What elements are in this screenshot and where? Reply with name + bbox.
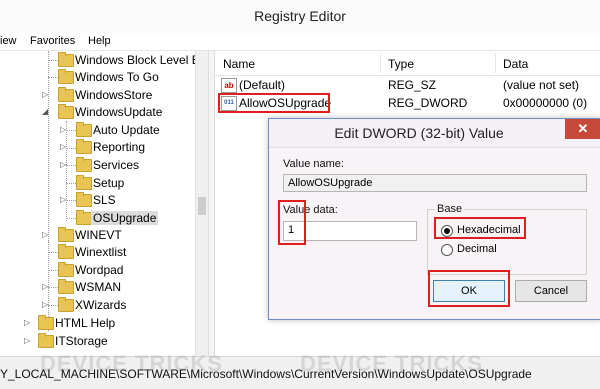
tree-item-label: SLS <box>93 193 116 207</box>
close-button[interactable]: ✕ <box>565 119 600 139</box>
highlight-hexadecimal <box>434 217 526 239</box>
value-name-label: Value name: <box>283 158 344 170</box>
collapse-arrow-icon[interactable]: ◢ <box>42 108 50 116</box>
registry-path: Y_LOCAL_MACHINE\SOFTWARE\Microsoft\Windo… <box>0 367 532 381</box>
highlight-ok-button <box>428 270 510 307</box>
string-value-icon: ab <box>221 78 237 93</box>
tree-item-label: WINEVT <box>75 228 122 242</box>
value-data: (value not set) <box>503 78 580 92</box>
folder-icon <box>38 315 54 330</box>
pane-splitter[interactable] <box>208 51 215 356</box>
expand-arrow-icon[interactable]: ▷ <box>42 231 50 239</box>
list-header: Name Type Data <box>215 51 600 76</box>
folder-icon <box>76 122 92 137</box>
folder-icon <box>58 297 74 312</box>
tree-item-label: Reporting <box>93 140 146 154</box>
expand-arrow-icon[interactable]: ▷ <box>60 126 68 134</box>
value-type: REG_DWORD <box>388 96 468 110</box>
highlight-allowosupgrade <box>218 93 330 113</box>
tree-item-label: Setup <box>93 176 125 190</box>
tree-item-label: Windows To Go <box>75 70 159 84</box>
column-header-name[interactable]: Name <box>223 57 255 71</box>
tree-item-label: OSUpgrade <box>91 211 159 225</box>
folder-icon <box>76 139 92 154</box>
tree-item-label: ITStorage <box>55 334 108 348</box>
folder-icon <box>38 333 54 348</box>
value-name: (Default) <box>239 78 286 92</box>
menu-help[interactable]: Help <box>88 35 111 47</box>
status-bar: DEVICE TRICKS DEVICE TRICKS Y_LOCAL_MACH… <box>0 351 600 389</box>
tree-item-label: Winextlist <box>75 245 127 259</box>
folder-icon <box>58 279 74 294</box>
folder-icon <box>58 244 74 259</box>
menu-favorites[interactable]: Favorites <box>30 35 75 47</box>
column-header-type[interactable]: Type <box>388 57 414 71</box>
expand-arrow-icon[interactable]: ▷ <box>42 283 50 291</box>
value-data: 0x00000000 (0) <box>503 96 588 110</box>
folder-icon <box>58 227 74 242</box>
base-label: Base <box>435 203 465 215</box>
column-header-data[interactable]: Data <box>503 57 528 71</box>
folder-open-icon <box>76 210 92 225</box>
registry-tree[interactable]: Windows Block Level B Windows To Go ▷ Wi… <box>0 51 208 356</box>
tree-item-label: WindowsUpdate <box>75 105 163 119</box>
folder-icon <box>58 52 74 67</box>
tree-item-label: Services <box>93 158 140 172</box>
highlight-value-data <box>278 200 306 245</box>
folder-icon <box>58 69 74 84</box>
value-type: REG_SZ <box>388 78 437 92</box>
folder-icon <box>76 157 92 172</box>
menu-view[interactable]: iew <box>0 35 17 47</box>
tree-item-label: Auto Update <box>93 123 160 137</box>
expand-arrow-icon[interactable]: ▷ <box>60 161 68 169</box>
cancel-button[interactable]: Cancel <box>515 280 587 302</box>
dialog-title-bar: Edit DWORD (32-bit) Value ✕ <box>269 119 600 148</box>
decimal-radio[interactable]: Decimal <box>441 243 531 257</box>
tree-scrollbar[interactable] <box>195 51 209 356</box>
dialog-title: Edit DWORD (32-bit) Value <box>334 125 504 141</box>
tree-item-label: Windows Block Level B <box>75 53 200 67</box>
radio-unselected-icon <box>441 244 453 256</box>
tree-item-label: XWizards <box>75 298 127 312</box>
decimal-label: Decimal <box>457 243 497 255</box>
list-row[interactable]: ab (Default) REG_SZ (value not set) <box>215 76 600 94</box>
folder-icon <box>58 104 74 119</box>
expand-arrow-icon[interactable]: ▷ <box>60 143 68 151</box>
menu-bar: iew Favorites Help <box>0 33 600 51</box>
scrollbar-thumb[interactable] <box>198 197 206 215</box>
window-title: Registry Editor <box>254 8 346 24</box>
expand-arrow-icon[interactable]: ▷ <box>42 91 50 99</box>
title-bar: Registry Editor <box>0 0 600 34</box>
folder-icon <box>58 87 74 102</box>
expand-arrow-icon[interactable]: ▷ <box>60 196 68 204</box>
folder-icon <box>76 192 92 207</box>
tree-item-label: WSMAN <box>75 280 121 294</box>
expand-arrow-icon[interactable]: ▷ <box>24 337 32 345</box>
value-name-field[interactable]: AllowOSUpgrade <box>283 174 587 192</box>
expand-arrow-icon[interactable]: ▷ <box>24 319 32 327</box>
expand-arrow-icon[interactable]: ▷ <box>42 301 50 309</box>
tree-item-label: WindowsStore <box>75 88 153 102</box>
folder-icon <box>76 175 92 190</box>
tree-item-label: Wordpad <box>75 263 124 277</box>
tree-item-label: HTML Help <box>55 316 116 330</box>
folder-icon <box>58 262 74 277</box>
